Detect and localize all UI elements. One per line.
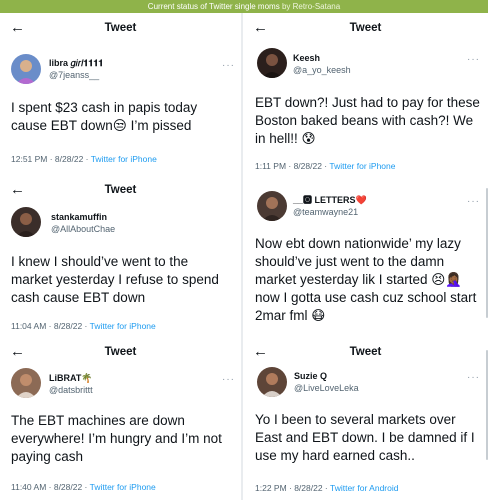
tweet-text: I spent $23 cash in papis today cause EB… — [11, 100, 198, 133]
more-options-icon[interactable]: ··· — [467, 373, 480, 383]
tweet-header-title: Tweet — [104, 22, 137, 34]
more-options-icon[interactable]: ··· — [222, 375, 235, 385]
tweet-timestamp: 12:51 PM · 8/28/22 · — [11, 154, 91, 164]
avatar[interactable] — [257, 48, 287, 78]
avatar[interactable] — [11, 207, 41, 237]
avatar[interactable] — [11, 54, 41, 84]
tweet-header-bar: ← Tweet — [243, 13, 488, 43]
tweet-header-bar: ← Tweet — [243, 337, 488, 367]
display-name[interactable]: Keesh — [293, 53, 320, 64]
tweet-source-link[interactable]: Twitter for iPhone — [90, 321, 156, 331]
user-handle[interactable]: @7jeanss__ — [49, 70, 99, 81]
tweet-text: Now ebt down nationwide’ my lazy should’… — [255, 236, 477, 323]
meme-caption-banner: Current status of Twitter single moms by… — [0, 0, 488, 13]
tweet-source-link[interactable]: Twitter for Android — [330, 483, 399, 493]
caption-text: Current status of Twitter single moms — [147, 2, 280, 11]
tweet-header-title: Tweet — [104, 346, 137, 358]
more-options-icon[interactable]: ··· — [467, 197, 480, 207]
tweet-panel: ← Tweet LiBRAT🌴 @datsbrittt ··· The EBT … — [0, 337, 241, 500]
avatar[interactable] — [11, 368, 41, 398]
tweet-timestamp: 1:22 PM · 8/28/22 · — [255, 483, 330, 493]
display-name[interactable]: Suzie Q — [294, 371, 327, 382]
avatar[interactable] — [257, 191, 287, 221]
tweet-meta: 1:11 PM · 8/28/22 · Twitter for iPhone — [255, 161, 395, 171]
display-name[interactable]: stankamuffin — [51, 212, 107, 223]
tweet-text: EBT down?! Just had to pay for these Bos… — [255, 95, 480, 146]
tweet-meta: 12:51 PM · 8/28/22 · Twitter for iPhone — [11, 154, 157, 164]
display-name[interactable]: libra 𝑔𝑖𝑟𝑙𝟏𝟏𝟏𝟏 — [49, 58, 103, 69]
display-name[interactable]: LiBRAT🌴 — [49, 373, 93, 384]
user-handle[interactable]: @datsbrittt — [49, 385, 93, 396]
tweet-source-link[interactable]: Twitter for iPhone — [90, 482, 156, 492]
tweet-meta: 1:22 PM · 8/28/22 · Twitter for Android — [255, 483, 398, 493]
tweet-timestamp: 11:40 AM · 8/28/22 · — [11, 482, 90, 492]
more-options-icon[interactable]: ··· — [467, 55, 480, 65]
user-handle[interactable]: @a_yo_keesh — [293, 65, 351, 76]
tweet-panel: ← Tweet stankamuffin @AllAboutChae I kne… — [0, 175, 241, 337]
tweet-panel: ← Tweet libra 𝑔𝑖𝑟𝑙𝟏𝟏𝟏𝟏 @7jeanss__ ··· I … — [0, 13, 241, 175]
tweet-header-title: Tweet — [349, 22, 382, 34]
tweet-header-title: Tweet — [104, 184, 137, 196]
display-name[interactable]: __🅾 LETTERS❤️ — [293, 195, 367, 206]
avatar[interactable] — [257, 367, 287, 397]
tweet-timestamp: 11:04 AM · 8/28/22 · — [11, 321, 90, 331]
tweet-panel: __🅾 LETTERS❤️ @teamwayne21 ··· Now ebt d… — [243, 175, 488, 337]
tweet-header-title: Tweet — [349, 346, 382, 358]
tweet-panel: ← Tweet Keesh @a_yo_keesh ··· EBT down?!… — [243, 13, 488, 175]
tweet-text: I knew I should’ve went to the market ye… — [11, 254, 219, 305]
user-handle[interactable]: @LiveLoveLeka — [294, 383, 359, 394]
credit-text: by Retro-Satana — [281, 2, 341, 11]
tweet-text: Yo I been to several markets over East a… — [255, 412, 475, 463]
tweet-meta: 11:04 AM · 8/28/22 · Twitter for iPhone — [11, 321, 156, 331]
tweet-source-link[interactable]: Twitter for iPhone — [91, 154, 157, 164]
tweet-text: The EBT machines are down everywhere! I’… — [11, 413, 222, 464]
tweet-timestamp: 1:11 PM · 8/28/22 · — [255, 161, 330, 171]
tweet-header-bar: ← Tweet — [0, 337, 241, 367]
tweet-header-bar: ← Tweet — [0, 175, 241, 205]
tweet-source-link[interactable]: Twitter for iPhone — [329, 161, 395, 171]
tweet-meta: 11:40 AM · 8/28/22 · Twitter for iPhone — [11, 482, 156, 492]
tweet-header-bar: ← Tweet — [0, 13, 241, 43]
user-handle[interactable]: @AllAboutChae — [51, 224, 115, 235]
user-handle[interactable]: @teamwayne21 — [293, 207, 358, 218]
tweet-panel: ← Tweet Suzie Q @LiveLoveLeka ··· Yo I b… — [243, 337, 488, 500]
more-options-icon[interactable]: ··· — [222, 61, 235, 71]
